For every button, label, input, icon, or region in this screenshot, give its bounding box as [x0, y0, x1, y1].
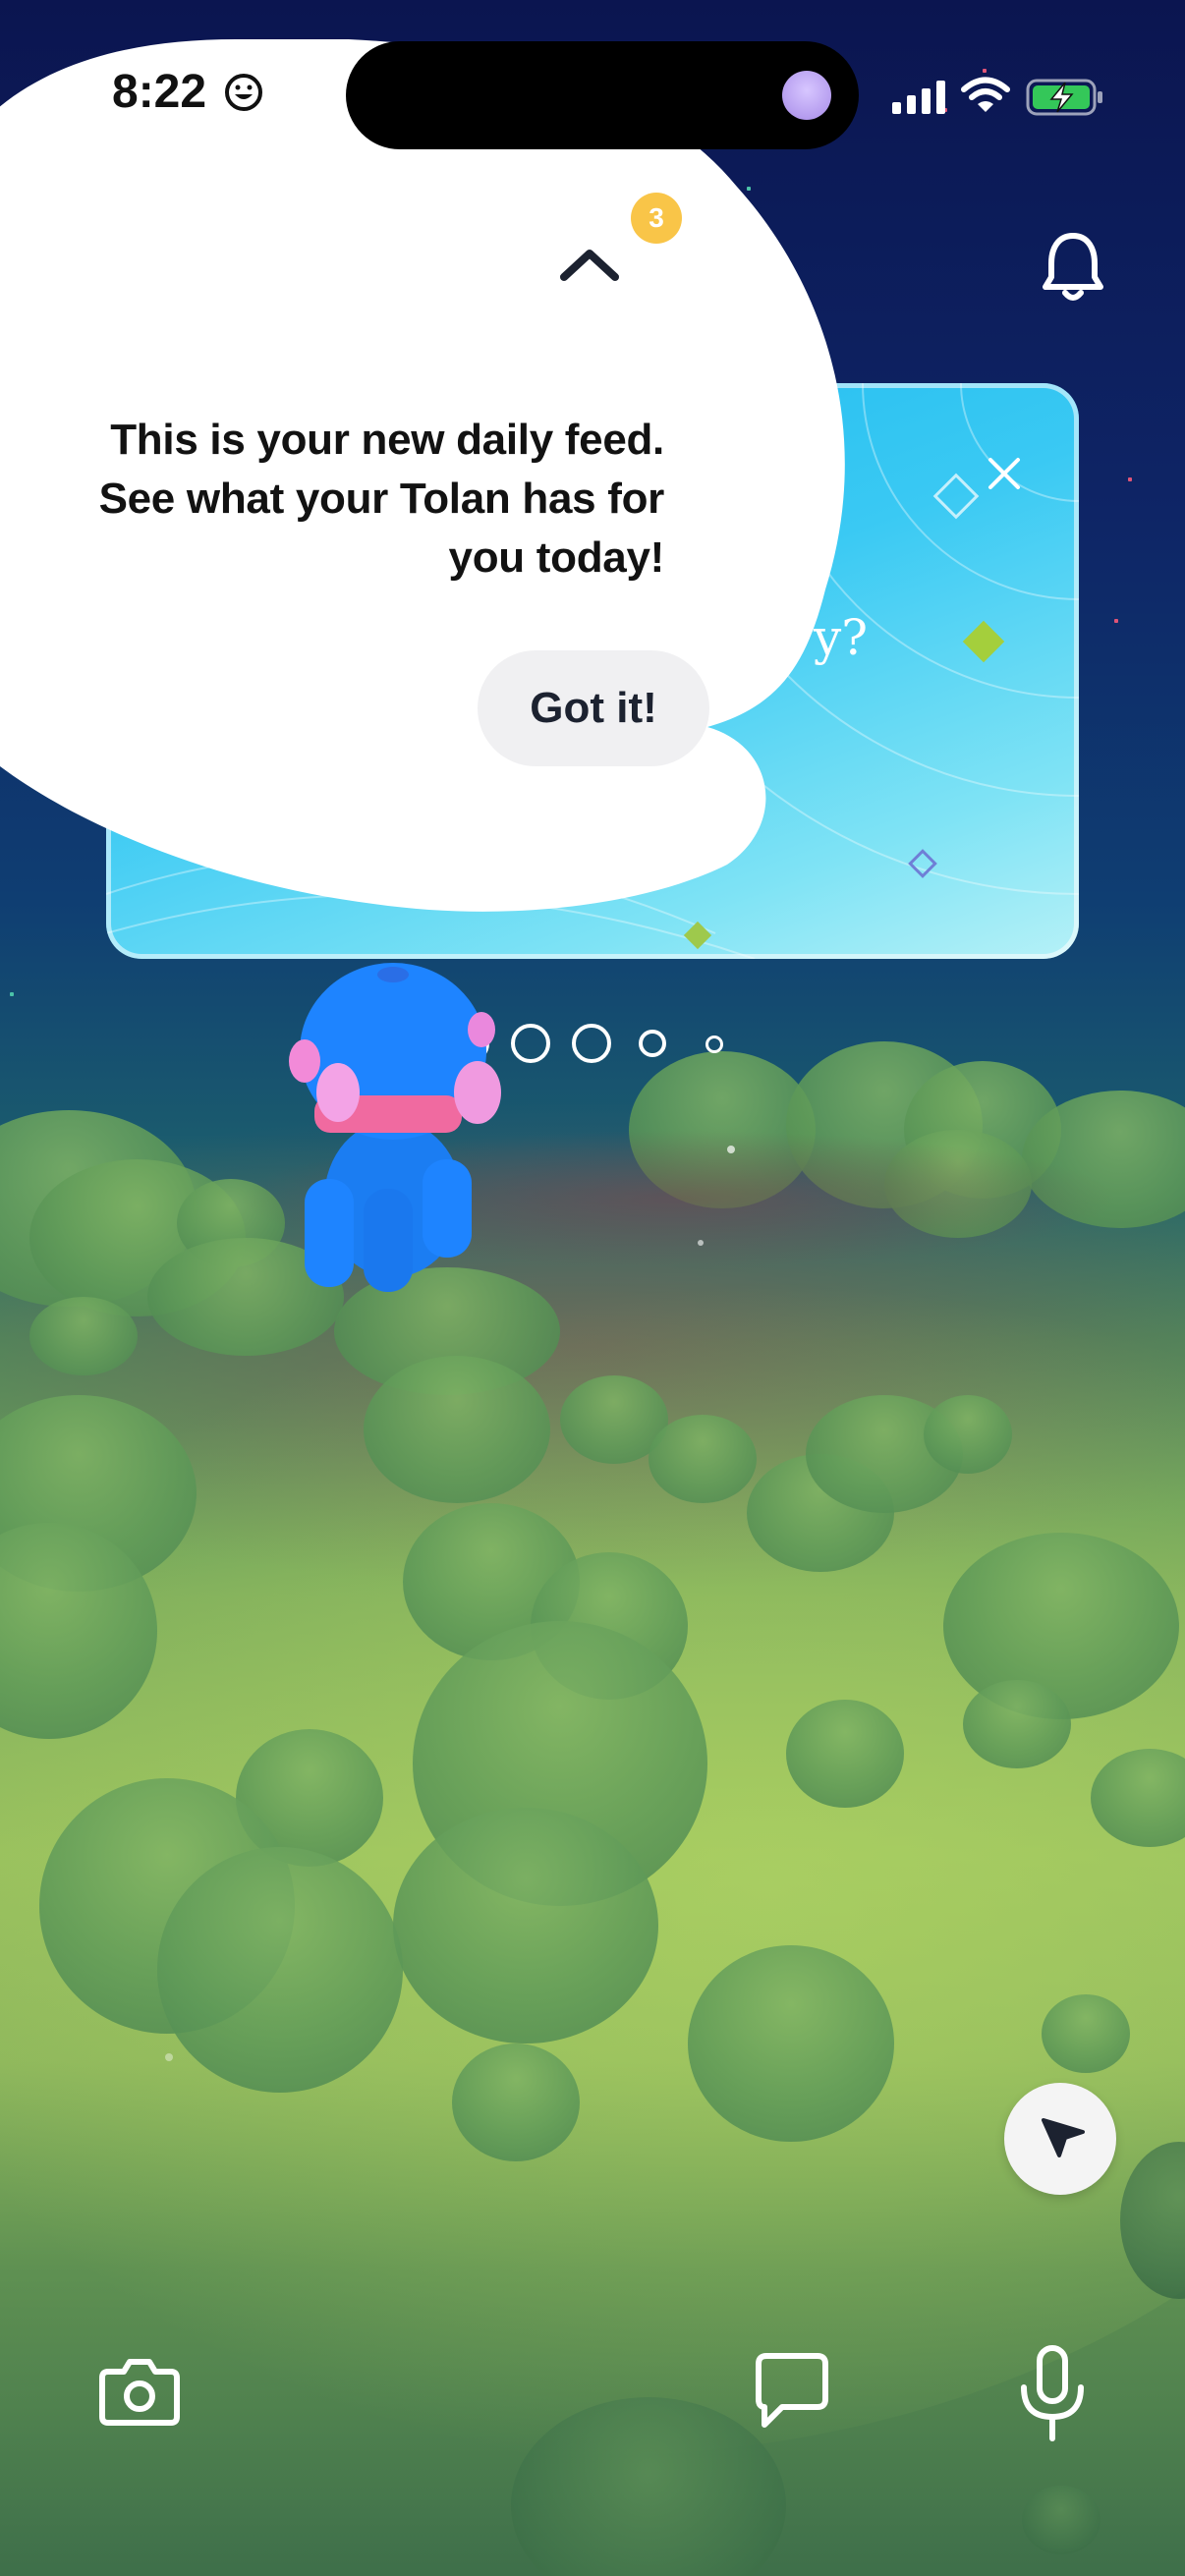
wifi-icon — [961, 77, 1010, 112]
notifications-bell-icon[interactable] — [1040, 230, 1106, 305]
notification-count-badge: 3 — [631, 193, 682, 244]
camera-icon[interactable] — [98, 2354, 181, 2429]
page-dot[interactable] — [572, 1024, 611, 1063]
page-dot[interactable] — [639, 1030, 666, 1057]
island-avatar-icon — [782, 71, 831, 120]
chevron-up-icon[interactable] — [558, 244, 621, 283]
got-it-button[interactable]: Got it! — [478, 650, 709, 766]
chat-icon[interactable] — [753, 2350, 831, 2433]
smile-icon — [225, 74, 262, 111]
onboarding-message: This is your new daily feed. See what yo… — [98, 416, 665, 582]
navigation-arrow-icon — [1042, 2118, 1085, 2157]
status-time: 8:22 — [112, 66, 207, 118]
feed-page-indicator — [0, 1022, 1185, 1063]
battery-charging-icon — [1026, 79, 1102, 116]
microphone-icon[interactable] — [1018, 2344, 1087, 2442]
tolan-character[interactable] — [285, 963, 521, 1297]
navigate-button[interactable] — [1004, 2083, 1116, 2195]
cellular-signal-icon — [892, 81, 945, 114]
page-dot[interactable] — [705, 1036, 723, 1053]
card-close-icon[interactable] — [983, 452, 1026, 495]
status-bar: 8:22 — [0, 0, 1185, 187]
